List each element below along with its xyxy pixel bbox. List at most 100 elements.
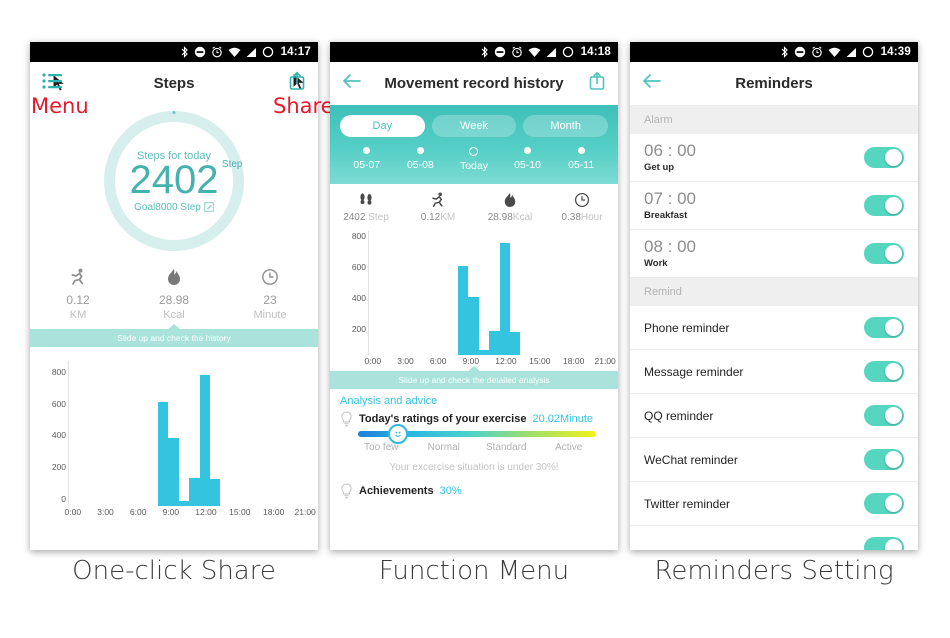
alarm-row[interactable]: 08 : 00 Work xyxy=(630,230,918,278)
date-dot-icon xyxy=(577,147,585,154)
date-label: 05-11 xyxy=(568,159,595,171)
alarm-icon xyxy=(511,46,522,58)
period-header: Day Week Month 05-07 05-08 Today 05-10 0… xyxy=(330,105,618,184)
slide-up-hint[interactable]: Slide up and check the history xyxy=(30,329,318,347)
signal-icon xyxy=(546,47,556,57)
signal-icon xyxy=(846,47,856,57)
section-header-alarm: Alarm xyxy=(630,106,918,134)
tab-month[interactable]: Month xyxy=(523,115,609,137)
reminder-toggle[interactable] xyxy=(864,361,904,382)
date-item[interactable]: 05-11 xyxy=(554,147,608,172)
caption-function-menu: Function Menu xyxy=(378,556,570,586)
date-label: 05-10 xyxy=(514,159,541,171)
alarm-toggle[interactable] xyxy=(864,242,904,264)
reminder-row[interactable]: Phone reminder xyxy=(630,306,918,350)
do-not-disturb-icon xyxy=(794,46,805,58)
stat-value: 28.98Kcal xyxy=(474,212,546,223)
bluetooth-icon xyxy=(481,46,488,58)
x-tick: 6:00 xyxy=(429,356,447,366)
reminder-toggle[interactable] xyxy=(864,405,904,426)
achievements-row[interactable]: Achievements 30% xyxy=(340,483,608,499)
caption-one-click-share: One-click Share xyxy=(72,556,276,586)
reminder-toggle[interactable] xyxy=(864,493,904,514)
summary-stats: 0.12 KM 28.98 Kcal 23 Minute xyxy=(30,257,318,329)
reminder-row[interactable]: WeChat reminder xyxy=(630,438,918,482)
menu-button[interactable] xyxy=(42,72,64,95)
alarm-toggle[interactable] xyxy=(864,146,904,168)
stat-value: 28.98 xyxy=(158,293,190,307)
achievements-value: 30% xyxy=(439,485,462,497)
x-tick: 18:00 xyxy=(563,356,585,366)
share-annotation-label: Share xyxy=(273,94,334,118)
reminder-toggle[interactable] xyxy=(864,449,904,470)
stat-distance: 0.12KM xyxy=(402,191,474,223)
stat-number: 28.98 xyxy=(487,212,513,223)
slide-up-hint[interactable]: Slide up and check the detailed analysis xyxy=(330,371,618,389)
page-title: Reminders xyxy=(735,75,813,92)
stat-number: 2402 xyxy=(343,212,366,223)
reminder-row[interactable]: Message reminder xyxy=(630,350,918,394)
y-tick: 200 xyxy=(51,461,66,472)
back-button[interactable] xyxy=(642,73,662,94)
alarm-icon xyxy=(811,46,822,58)
x-tick: 12:00 xyxy=(495,356,517,366)
share-button[interactable] xyxy=(588,71,606,96)
alarm-row[interactable]: 07 : 00 Breakfast xyxy=(630,182,918,230)
alarm-info: 06 : 00 Get up xyxy=(644,141,696,173)
analysis-section: Analysis and advice Today's ratings of y… xyxy=(330,389,618,499)
stat-calories: 28.98Kcal xyxy=(474,191,546,223)
phone-screen-reminders-setting: 14:39 Reminders Alarm 06 : 00 Get up 07 … xyxy=(630,42,918,550)
reminder-row[interactable]: Twitter reminder xyxy=(630,482,918,526)
reminder-name: Twitter reminder xyxy=(644,496,731,511)
back-button[interactable] xyxy=(342,73,362,94)
reminder-row[interactable]: QQ reminder xyxy=(630,394,918,438)
stat-unit: KM xyxy=(440,212,456,223)
clock-icon xyxy=(546,191,618,209)
y-tick: 800 xyxy=(351,230,366,241)
battery-icon xyxy=(862,46,873,58)
share-button[interactable] xyxy=(288,71,306,96)
bluetooth-icon xyxy=(181,46,188,58)
alarm-toggle[interactable] xyxy=(864,194,904,216)
x-tick: 21:00 xyxy=(594,356,616,366)
reminder-name: QQ reminder xyxy=(644,408,714,423)
stat-unit: Minute xyxy=(253,309,287,321)
date-dot-icon xyxy=(469,147,479,156)
reminder-toggle[interactable] xyxy=(864,317,904,338)
steps-goal[interactable]: Goal8000 Step xyxy=(134,202,214,213)
running-icon xyxy=(402,191,474,209)
x-tick: 18:00 xyxy=(263,507,285,517)
date-item-today[interactable]: Today xyxy=(447,147,501,172)
wifi-icon xyxy=(528,47,541,57)
reminder-toggle[interactable] xyxy=(864,537,904,550)
footsteps-icon xyxy=(330,191,402,209)
steps-bar-chart: 800 600 400 200 0 0:00 3:00 6:00 9:00 12… xyxy=(30,347,318,524)
rating-value: 20.02Minute xyxy=(532,413,594,425)
date-dot-icon xyxy=(524,147,532,154)
tab-week[interactable]: Week xyxy=(431,115,517,137)
reminder-row-partial[interactable] xyxy=(630,526,918,550)
wifi-icon xyxy=(228,47,241,57)
analysis-note: Your excercise situation is under 30%! xyxy=(389,462,559,473)
date-item[interactable]: 05-07 xyxy=(340,147,394,172)
status-bar: 14:39 xyxy=(630,42,918,62)
phone-screen-one-click-share: 14:17 Steps Steps for today 2402 Step Go… xyxy=(30,42,318,550)
rating-slider[interactable] xyxy=(358,424,596,444)
alarm-row[interactable]: 06 : 00 Get up xyxy=(630,134,918,182)
date-item[interactable]: 05-10 xyxy=(501,147,555,172)
y-axis: 800 600 400 200 0 xyxy=(38,361,68,506)
stat-number: 0.38 xyxy=(561,212,581,223)
achievements-label: Achievements xyxy=(359,485,434,497)
stat-unit: Hour xyxy=(580,212,603,223)
date-item[interactable]: 05-08 xyxy=(394,147,448,172)
reminder-name: Message reminder xyxy=(644,364,744,379)
stat-distance: 0.12 KM xyxy=(30,267,126,321)
date-selector: 05-07 05-08 Today 05-10 05-11 xyxy=(340,147,608,172)
edit-icon xyxy=(204,202,214,212)
slider-knob[interactable] xyxy=(388,424,409,444)
steps-ring-section: Steps for today 2402 Step Goal8000 Step xyxy=(30,105,318,257)
wifi-icon xyxy=(828,47,841,57)
rating-label: Today's ratings of your exercise xyxy=(359,413,527,425)
tab-day[interactable]: Day xyxy=(340,115,425,137)
page-title: Movement record history xyxy=(384,75,564,92)
